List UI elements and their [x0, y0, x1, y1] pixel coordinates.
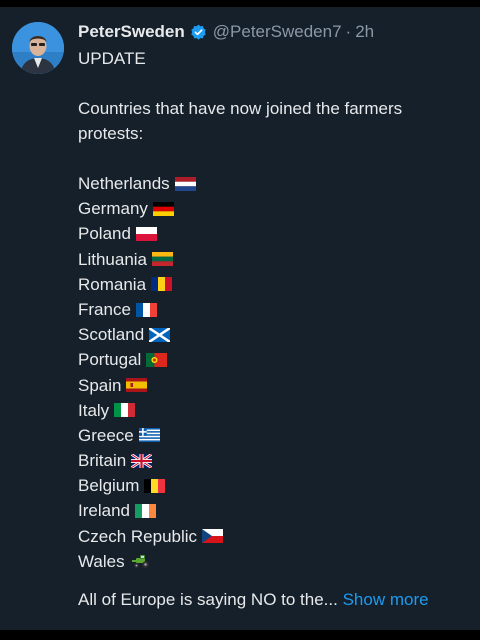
author-handle[interactable]: @PeterSweden7 — [213, 22, 342, 42]
tractor-icon — [130, 554, 151, 569]
flag-netherlands-icon — [174, 176, 196, 191]
flag-germany-icon — [152, 201, 174, 216]
flag-belgium-icon — [144, 478, 166, 493]
country-item: Spain — [78, 373, 474, 398]
tweet-intro: Countries that have now joined the farme… — [78, 99, 403, 143]
country-item: Portugal — [78, 347, 474, 372]
country-item: Romania — [78, 272, 474, 297]
country-item: Poland — [78, 221, 474, 246]
country-item: France — [78, 297, 474, 322]
country-name: Poland — [78, 224, 131, 244]
country-name: Greece — [78, 425, 134, 445]
author-name[interactable]: PeterSweden — [78, 22, 185, 42]
header-separator: · — [345, 22, 352, 41]
country-item: Britain — [78, 448, 474, 473]
country-name: Ireland — [78, 501, 130, 521]
tweet-card: PeterSweden @PeterSweden7 · 2h UPDATE Co… — [0, 0, 480, 640]
country-name: Scotland — [78, 325, 145, 345]
country-list: Netherlands Germany Poland Lithuania Rom… — [78, 171, 474, 574]
country-name: Romania — [78, 274, 147, 294]
country-item: Italy — [78, 398, 474, 423]
country-name: Netherlands — [78, 174, 170, 193]
country-name: Germany — [78, 199, 148, 219]
post-time[interactable]: 2h — [355, 22, 374, 42]
flag-ireland-icon — [134, 504, 156, 519]
country-name: Lithuania — [78, 249, 148, 269]
flag-portugal-icon — [146, 352, 168, 367]
flag-romania-icon — [151, 277, 173, 292]
country-item: Germany — [78, 196, 474, 221]
flag-lithuania-icon — [152, 252, 174, 267]
country-name: Portugal — [78, 350, 142, 370]
bottom-border — [0, 630, 480, 640]
verified-badge-icon — [190, 24, 207, 41]
country-name: France — [78, 299, 131, 319]
country-item: Wales — [78, 549, 474, 574]
country-name: Belgium — [78, 476, 140, 496]
top-border — [0, 0, 480, 7]
profile-photo-icon — [12, 22, 64, 74]
country-item: Ireland — [78, 498, 474, 523]
country-name: Spain — [78, 375, 122, 395]
flag-greece-icon — [138, 428, 160, 443]
country-name: Wales — [78, 551, 125, 571]
country-item: Greece — [78, 423, 474, 448]
country-item: Netherlands — [78, 171, 474, 196]
country-name: Italy — [78, 400, 110, 420]
flag-poland-icon — [135, 226, 157, 241]
flag-spain-icon — [126, 378, 148, 393]
flag-britain-icon — [131, 453, 153, 468]
country-name: Britain — [78, 451, 127, 471]
country-item: Scotland — [78, 322, 474, 347]
country-item: Belgium — [78, 473, 474, 498]
flag-scotland-icon — [149, 327, 171, 342]
tweet-heading: UPDATE — [78, 49, 146, 68]
flag-italy-icon — [114, 403, 136, 418]
country-item: Lithuania — [78, 247, 474, 272]
country-item: Czech Republic — [78, 524, 474, 549]
tweet-header: PeterSweden @PeterSweden7 · 2h — [78, 20, 374, 44]
tweet-body: UPDATE Countries that have now joined th… — [78, 46, 474, 612]
tweet-closing-line: All of Europe is saying NO to the... Sho… — [78, 587, 474, 612]
avatar[interactable] — [12, 22, 64, 74]
flag-czech-icon — [202, 529, 224, 544]
tweet-closing-text: All of Europe is saying NO to the... — [78, 590, 338, 609]
country-name: Czech Republic — [78, 526, 198, 546]
show-more-link[interactable]: Show more — [343, 590, 429, 609]
flag-france-icon — [135, 302, 157, 317]
